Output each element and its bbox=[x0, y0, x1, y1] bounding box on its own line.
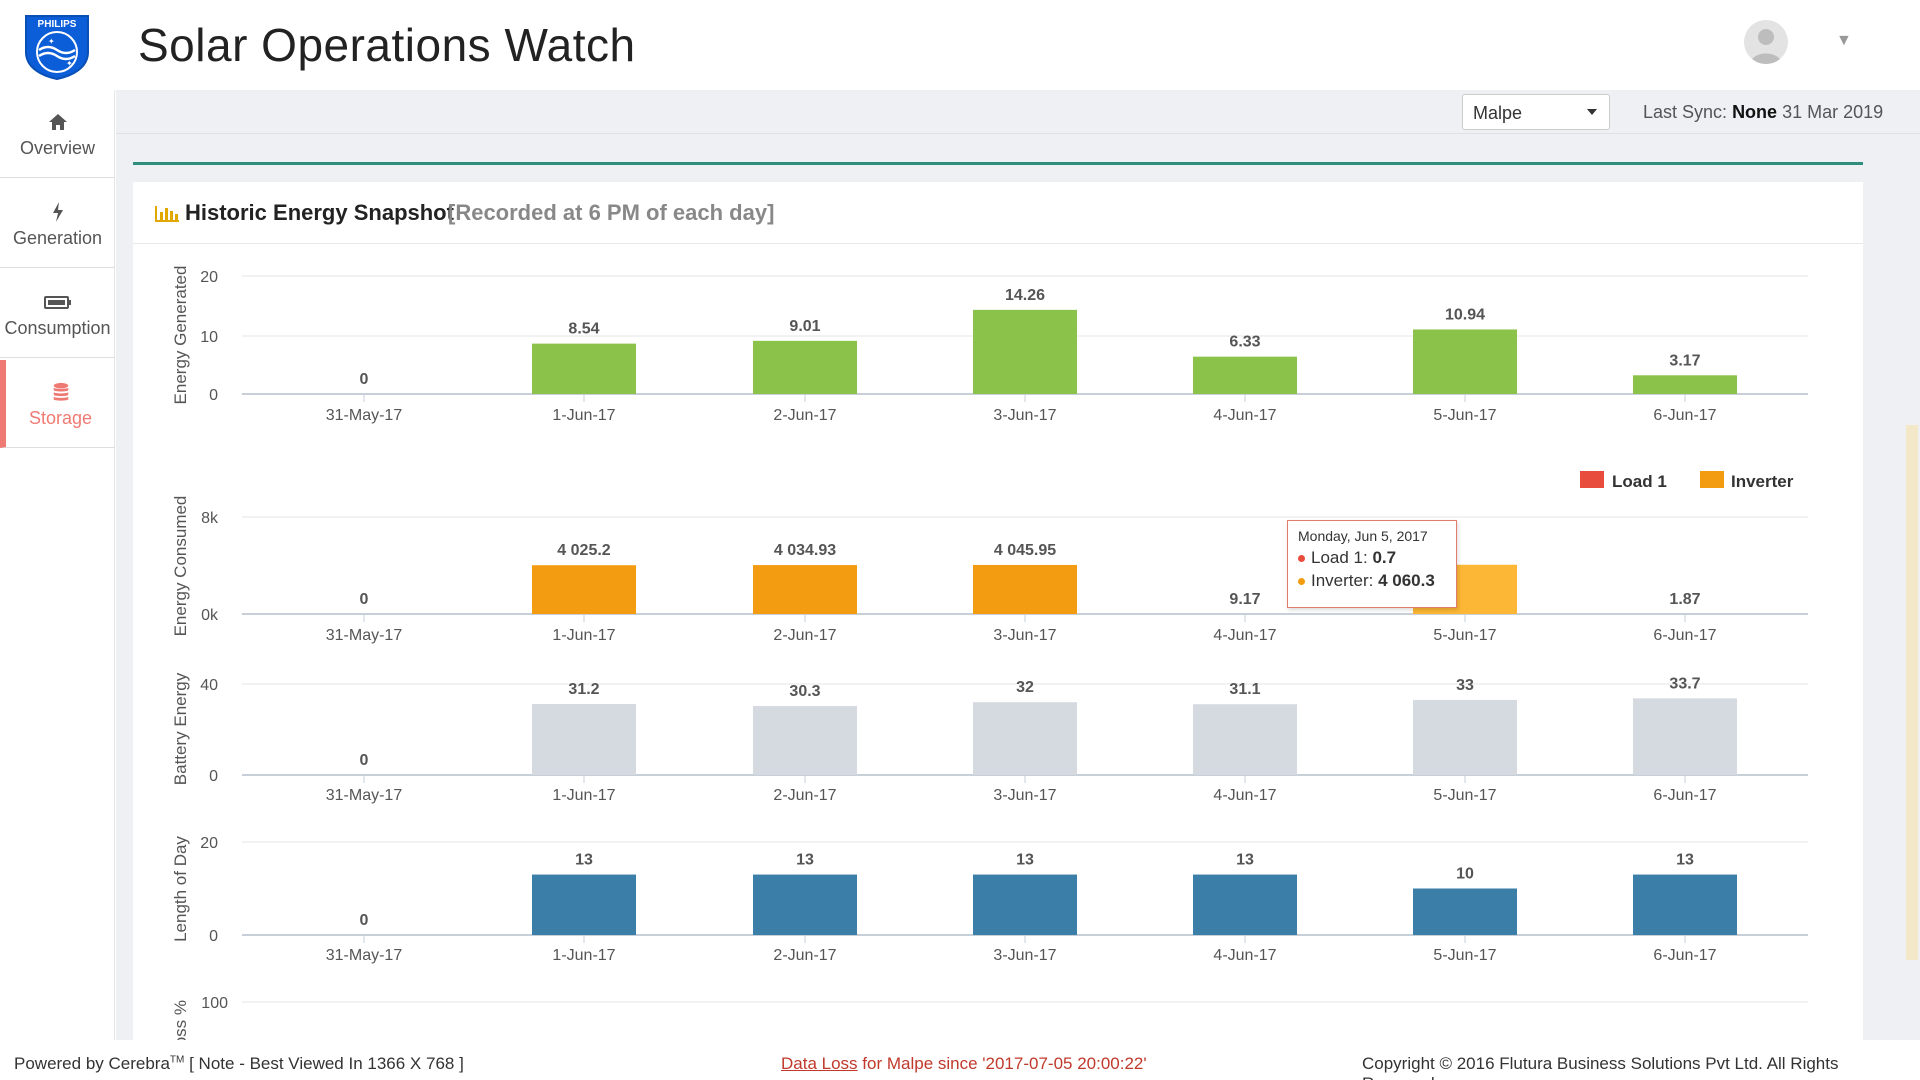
footer-note: [ Note - Best Viewed In 1366 X 768 ] bbox=[189, 1054, 464, 1073]
user-avatar[interactable] bbox=[1744, 20, 1788, 64]
footer: Powered by CerebraTM [ Note - Best Viewe… bbox=[0, 1040, 1920, 1080]
tooltip-load: Load 1: 0.7 bbox=[1298, 548, 1446, 568]
footer-left: Powered by CerebraTM [ Note - Best Viewe… bbox=[14, 1054, 464, 1074]
sidebar-item-label: Overview bbox=[19, 138, 95, 158]
inverter-dot bbox=[1298, 578, 1305, 586]
sidebar-item-overview[interactable]: Overview bbox=[0, 90, 115, 178]
svg-text:✦: ✦ bbox=[66, 59, 73, 68]
chart-tooltip: Monday, Jun 5, 2017 Load 1: 0.7 Inverter… bbox=[1287, 520, 1457, 608]
sidebar-item-consumption[interactable]: Consumption bbox=[0, 270, 115, 358]
data-loss-notice: Data Loss for Malpe since '2017-07-05 20… bbox=[781, 1054, 1147, 1074]
last-sync: Last Sync: None 31 Mar 2019 bbox=[1643, 102, 1883, 123]
tm-mark: TM bbox=[169, 1054, 185, 1066]
battery-icon bbox=[43, 296, 71, 309]
sidebar-item-generation[interactable]: Generation bbox=[0, 180, 115, 268]
sidebar-item-label: Generation bbox=[12, 228, 103, 248]
bolt-icon bbox=[52, 202, 63, 222]
last-sync-label: Last Sync: bbox=[1643, 102, 1728, 122]
home-icon bbox=[48, 114, 67, 130]
database-icon bbox=[53, 382, 68, 401]
svg-text:✦: ✦ bbox=[48, 37, 55, 46]
scrollbar[interactable] bbox=[1906, 425, 1918, 960]
sidebar-item-label: Consumption bbox=[4, 318, 111, 338]
tooltip-inverter-value: 4 060.3 bbox=[1378, 571, 1435, 590]
last-sync-value: None bbox=[1732, 102, 1778, 122]
data-loss-link[interactable]: Data Loss bbox=[781, 1054, 858, 1073]
tooltip-load-value: 0.7 bbox=[1372, 548, 1397, 567]
chevron-down-icon[interactable]: ▼ bbox=[1836, 32, 1852, 50]
page-title: Solar Operations Watch bbox=[138, 19, 636, 71]
sidebar: Overview Generation Consumption Storage bbox=[0, 90, 115, 1040]
panel-subtitle: [Recorded at 6 PM of each day] bbox=[448, 200, 775, 225]
philips-logo[interactable]: PHILIPS ✦ ✦ bbox=[22, 12, 92, 80]
sidebar-item-label: Storage bbox=[28, 408, 93, 428]
panel-header: Historic Energy Snapshot [Recorded at 6 … bbox=[133, 182, 1863, 244]
logo-text: PHILIPS bbox=[38, 19, 77, 30]
data-loss-text: for Malpe since '2017-07-05 20:00:22' bbox=[862, 1054, 1147, 1073]
last-sync-date: 31 Mar 2019 bbox=[1782, 102, 1884, 122]
sidebar-item-storage[interactable]: Storage bbox=[0, 360, 115, 448]
copyright: Copyright © 2016 Flutura Business Soluti… bbox=[1362, 1054, 1839, 1080]
tooltip-load-label: Load 1: bbox=[1311, 548, 1368, 567]
site-select-value: Malpe bbox=[1473, 103, 1523, 123]
load-dot bbox=[1298, 555, 1305, 563]
bar-chart-icon bbox=[155, 206, 179, 222]
divider bbox=[133, 162, 1863, 165]
energy-panel: Historic Energy Snapshot [Recorded at 6 … bbox=[133, 182, 1863, 1040]
tooltip-inverter: Inverter: 4 060.3 bbox=[1298, 571, 1446, 591]
powered-by: Powered by Cerebra bbox=[14, 1054, 170, 1073]
caret-down-icon bbox=[1587, 109, 1597, 115]
tooltip-inverter-label: Inverter: bbox=[1311, 571, 1374, 590]
site-select[interactable]: Malpe bbox=[1462, 94, 1610, 130]
panel-title: Historic Energy Snapshot bbox=[185, 200, 454, 225]
user-icon bbox=[1750, 29, 1782, 64]
app-header: PHILIPS ✦ ✦ Solar Operations Watch ▼ bbox=[0, 0, 1920, 90]
tooltip-date: Monday, Jun 5, 2017 bbox=[1298, 528, 1428, 544]
